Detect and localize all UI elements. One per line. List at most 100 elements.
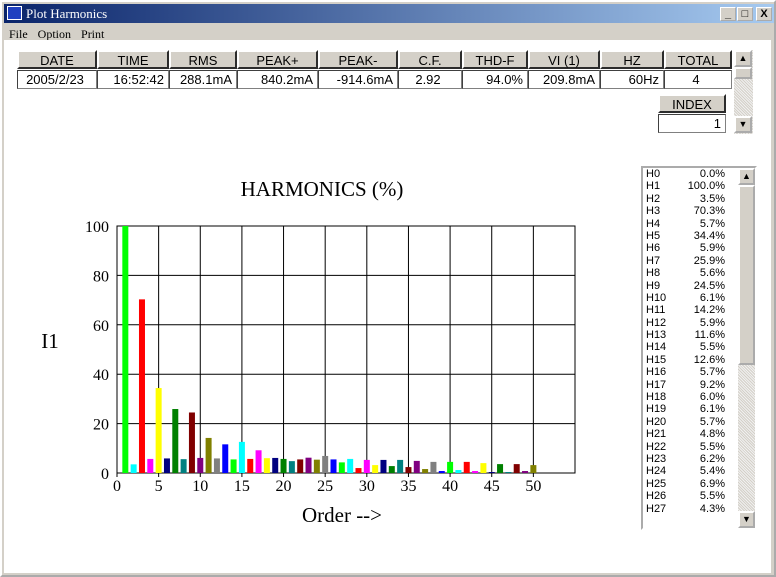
harmonic-value: 4.8% [699,428,725,441]
harmonic-order: H13 [646,329,667,342]
harmonic-value: 5.5% [699,490,725,503]
list-item[interactable]: H0 0.0% [643,168,737,180]
list-scroll-up-icon[interactable]: ▲ [738,168,755,185]
bar-h15 [238,441,245,473]
list-item[interactable]: H8 5.6% [643,267,737,279]
harmonic-value: 4.3% [699,502,725,515]
list-item[interactable]: H2 3.5% [643,193,737,205]
harmonic-order: H17 [646,378,667,391]
bar-h46 [497,464,504,473]
bar-h50 [530,465,537,473]
x-tick-label: 35 [400,478,416,495]
list-item[interactable]: H9 24.5% [643,280,737,292]
harmonic-order: H16 [646,366,667,379]
bar-h44 [480,463,487,473]
list-item[interactable]: H25 6.9% [643,478,737,490]
harmonic-order: H4 [646,217,661,230]
list-item[interactable]: H16 5.7% [643,366,737,378]
list-item[interactable]: H14 5.5% [643,341,737,353]
harmonic-value: 11.6% [694,329,725,342]
harmonic-order: H23 [646,452,667,465]
harmonic-value: 9.2% [699,378,725,391]
list-item[interactable]: H5 34.4% [643,230,737,242]
plot-area [116,225,576,474]
list-item[interactable]: H24 5.4% [643,465,737,477]
bar-h33 [388,466,395,473]
bar-h39 [438,471,445,473]
list-item[interactable]: H22 5.5% [643,441,737,453]
bar-h11 [205,437,212,473]
list-item[interactable]: H1 100.0% [643,180,737,192]
bar-h12 [213,458,220,473]
harmonic-order: H14 [646,341,667,354]
bar-h47 [505,472,512,473]
bar-h43 [472,471,479,473]
y-tick-label: 40 [93,367,109,384]
harmonic-value: 5.5% [699,440,725,453]
harmonic-order: H3 [646,205,661,218]
harmonic-value: 24.5% [693,279,725,292]
y-tick-label: 0 [101,466,109,483]
harmonic-order: H25 [646,477,667,490]
list-item[interactable]: H6 5.9% [643,242,737,254]
list-item[interactable]: H10 6.1% [643,292,737,304]
bar-h23 [305,457,312,473]
harmonic-order: H19 [646,403,667,416]
x-axis-label: Order --> [302,503,382,527]
bar-h48 [513,464,520,473]
bar-h27 [338,462,345,473]
list-scroll-thumb[interactable] [738,185,755,365]
bar-h21 [288,461,295,473]
bar-h9 [188,412,195,473]
bar-h20 [280,458,287,473]
bar-h42 [463,461,470,473]
harmonic-value: 6.2% [699,452,725,465]
bar-h28 [347,458,354,473]
harmonic-value: 6.9% [699,477,725,490]
harmonic-value: 34.4% [693,229,725,242]
y-tick-label: 100 [85,219,109,236]
x-tick-label: 20 [276,478,292,495]
bar-h2 [130,464,137,473]
list-item[interactable]: H20 5.7% [643,416,737,428]
bar-h7 [172,409,179,473]
harmonic-order: H20 [646,415,667,428]
chart-title: HARMONICS (%) [241,177,404,201]
x-tick-label: 50 [525,478,541,495]
list-scrollbar[interactable]: ▲ ▼ [738,168,755,528]
list-item[interactable]: H7 25.9% [643,255,737,267]
list-item[interactable]: H18 6.0% [643,391,737,403]
bar-h8 [180,459,187,473]
x-tick-label: 15 [234,478,250,495]
bar-h18 [263,458,270,473]
bar-h34 [397,459,404,473]
list-item[interactable]: H23 6.2% [643,453,737,465]
list-item[interactable]: H15 12.6% [643,354,737,366]
bar-h6 [163,458,170,473]
bar-h25 [322,455,329,473]
harmonic-order: H26 [646,490,667,503]
list-item[interactable]: H26 5.5% [643,490,737,502]
list-item[interactable]: H21 4.8% [643,428,737,440]
harmonic-value: 0.0% [699,168,725,180]
list-item[interactable]: H11 14.2% [643,304,737,316]
harmonic-value: 5.6% [699,267,725,280]
bar-h41 [455,470,462,473]
list-item[interactable]: H12 5.9% [643,317,737,329]
list-item[interactable]: H13 11.6% [643,329,737,341]
list-item[interactable]: H3 70.3% [643,205,737,217]
bar-h36 [413,460,420,473]
harmonic-order: H0 [646,168,661,180]
bar-h24 [313,459,320,473]
list-item[interactable]: H27 4.3% [643,503,737,515]
bar-h22 [297,459,304,473]
bar-h49 [522,471,529,473]
harmonic-value: 3.5% [699,192,725,205]
list-item[interactable]: H19 6.1% [643,403,737,415]
y-tick-label: 60 [93,318,109,335]
list-scroll-down-icon[interactable]: ▼ [738,511,755,528]
list-item[interactable]: H17 9.2% [643,379,737,391]
bar-h17 [255,450,262,473]
x-tick-label: 0 [113,478,121,495]
list-item[interactable]: H4 5.7% [643,218,737,230]
